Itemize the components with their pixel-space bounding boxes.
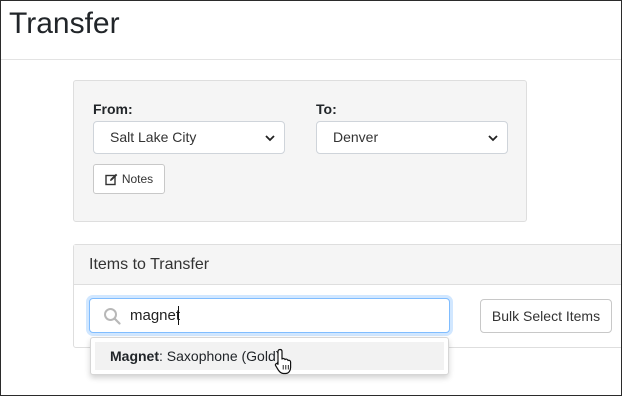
search-suggestions: Magnet: Saxophone (Gold) [90, 337, 449, 375]
search-input-value: magnet [130, 307, 181, 324]
search-icon [104, 308, 121, 325]
from-label: From: [93, 101, 133, 117]
suggestion-item[interactable]: Magnet: Saxophone (Gold) [95, 342, 444, 370]
transfer-locations-panel: From: Salt Lake City To: Denver Notes [73, 80, 527, 222]
transfer-window: Transfer From: Salt Lake City To: Denver… [0, 0, 622, 396]
text-caret [178, 306, 179, 325]
notes-button-label: Notes [121, 172, 154, 186]
edit-icon [105, 173, 118, 185]
hand-pointer-icon [274, 348, 292, 375]
from-select[interactable]: Salt Lake City [93, 121, 285, 154]
bulk-select-items-button[interactable]: Bulk Select Items [480, 299, 612, 333]
notes-button[interactable]: Notes [93, 164, 165, 194]
item-search-input[interactable]: magnet [89, 298, 450, 333]
suggestion-match: Magnet [110, 348, 159, 364]
items-panel-header: Items to Transfer [74, 245, 621, 285]
title-divider [1, 59, 621, 60]
from-select-value: Salt Lake City [110, 129, 197, 145]
to-select[interactable]: Denver [316, 121, 508, 154]
chevron-down-icon [265, 135, 275, 142]
chevron-down-icon [488, 135, 498, 142]
to-label: To: [316, 101, 337, 117]
to-select-value: Denver [333, 129, 379, 145]
suggestion-rest: : Saxophone (Gold) [159, 348, 281, 364]
page-title: Transfer [9, 7, 120, 40]
